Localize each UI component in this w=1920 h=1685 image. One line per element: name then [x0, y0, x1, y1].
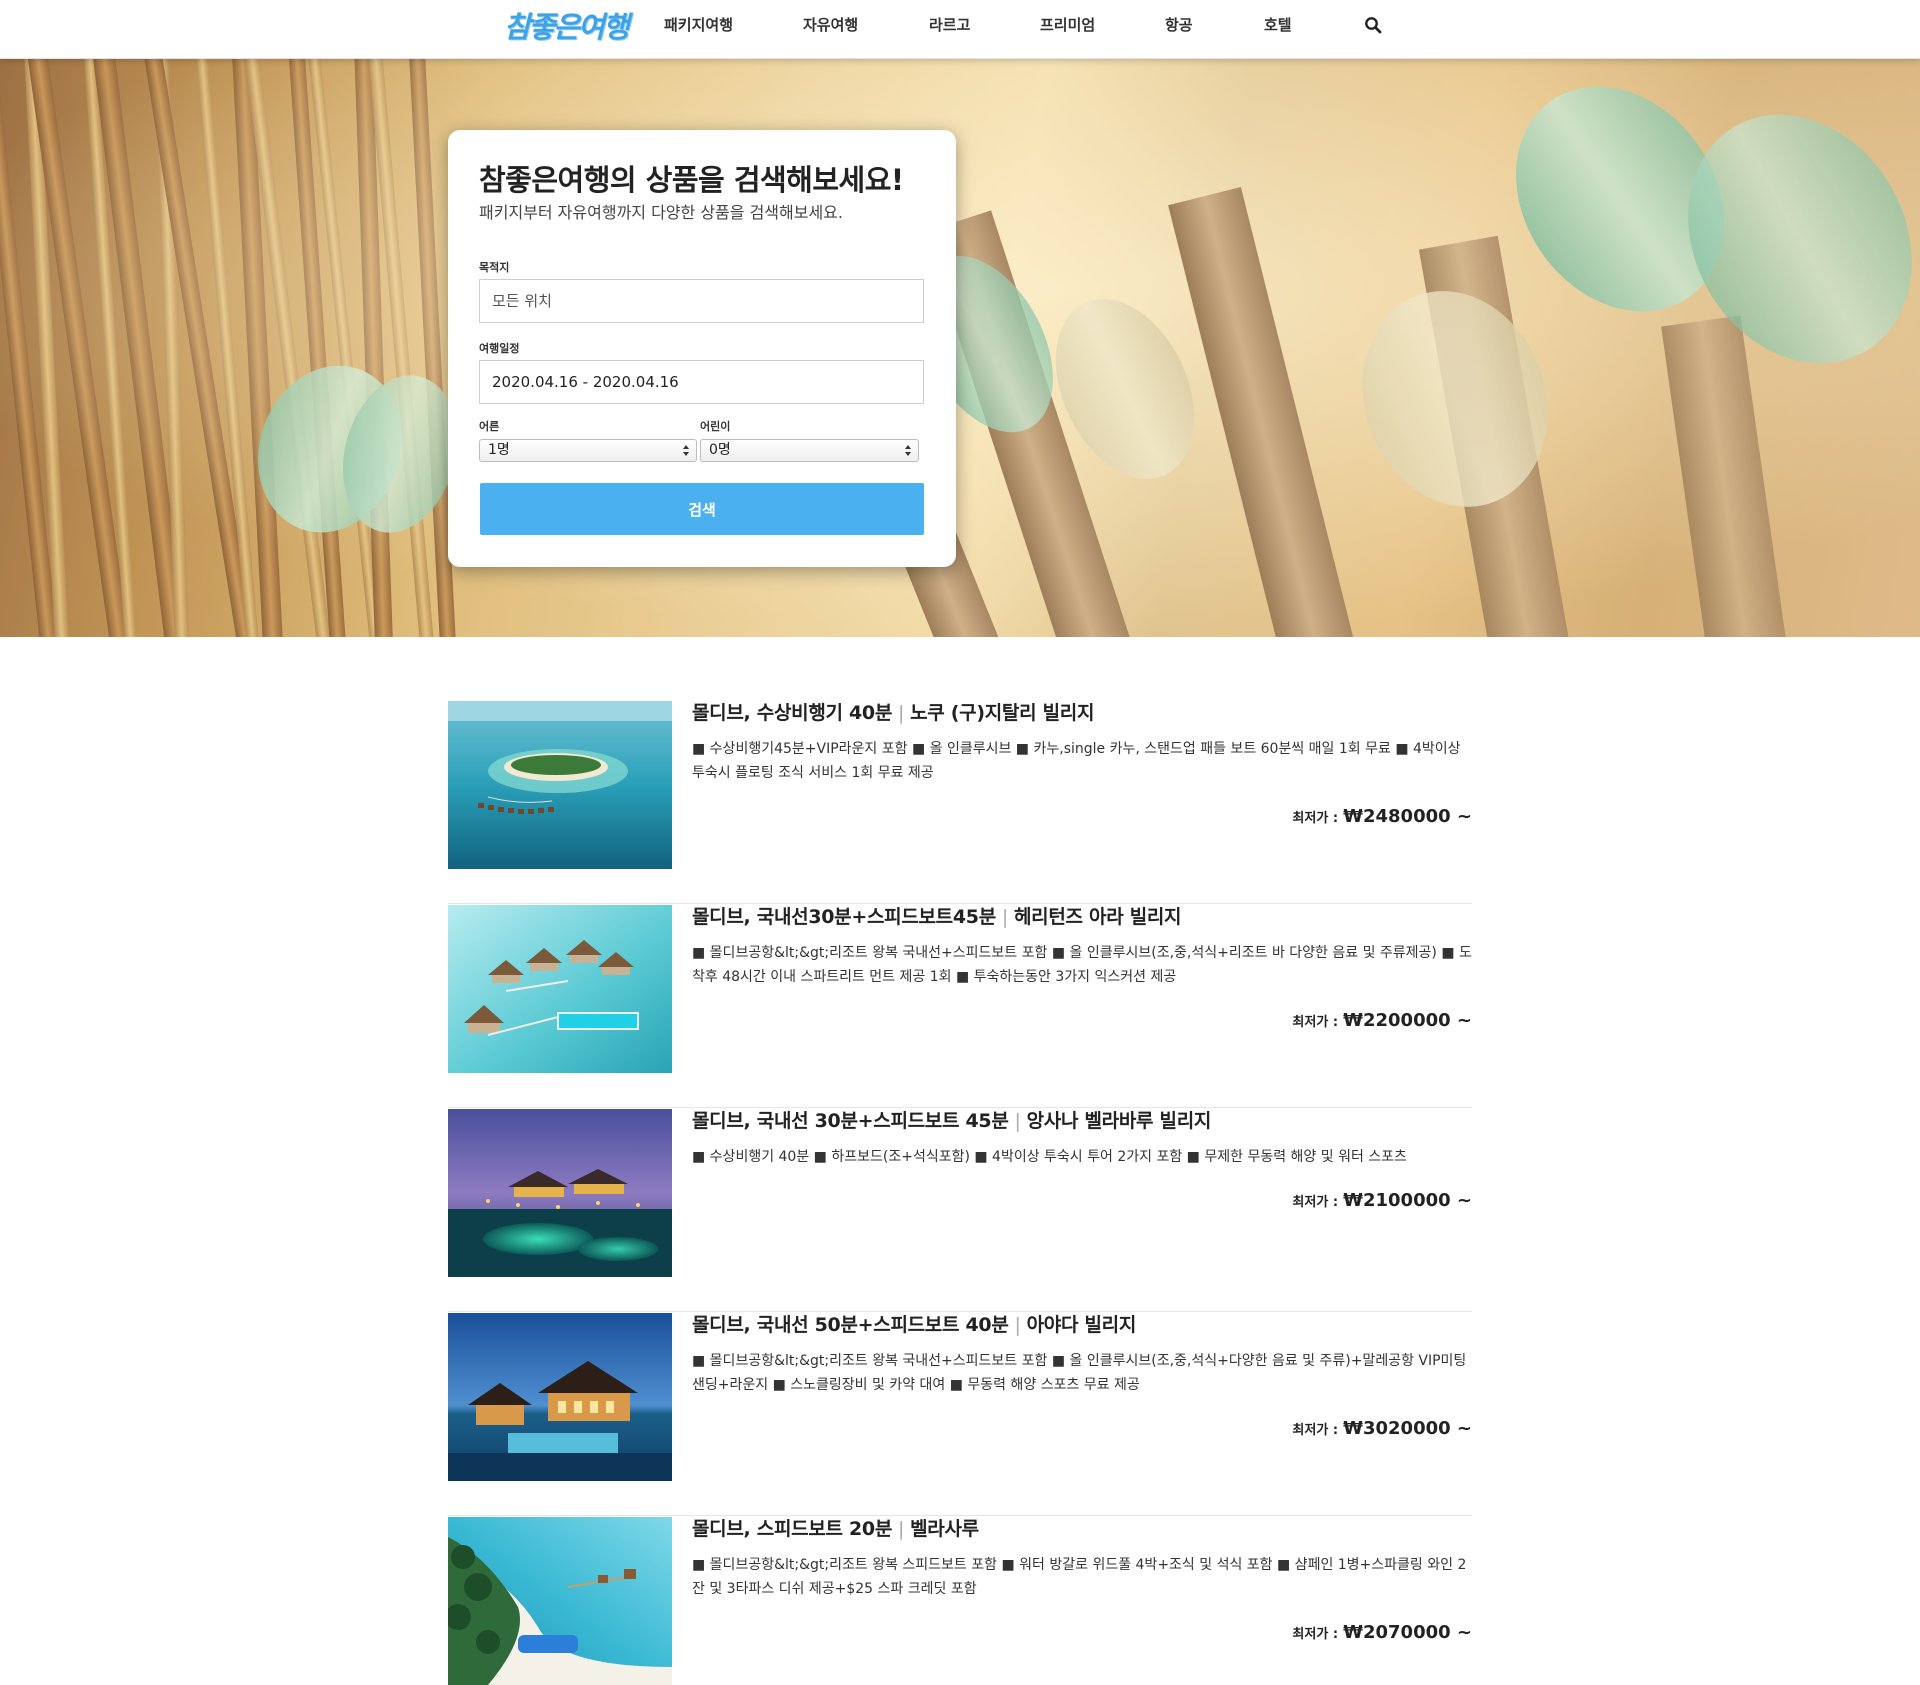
- destination-input[interactable]: [479, 279, 924, 323]
- product-item[interactable]: 몰디브, 스피드보트 20분 | 벨라사루 ■ 몰디브공항&lt;&gt;리조트 왕…: [448, 1516, 1472, 1685]
- product-price: 최저가 : ₩3020000 ~: [1292, 1418, 1472, 1442]
- product-description: ■ 수상비행기 40분 ■ 하프보드(조+석식포함) ■ 4박이상 투숙시 투어…: [692, 1149, 1407, 1165]
- product-description: ■ 몰디브공항&lt;&gt;리조트 왕복 스피드보트 포함 ■ 워터 방갈로 …: [692, 1557, 1467, 1597]
- product-route: 몰디브, 스피드보트 20분: [692, 1518, 893, 1540]
- nav-free-travel[interactable]: 자유여행: [803, 15, 858, 35]
- title-separator: |: [898, 1518, 905, 1540]
- title-separator: |: [898, 702, 905, 724]
- price-value: ₩3020000 ~: [1343, 1418, 1472, 1439]
- search-panel-title: 참좋은여행의 상품을 검색해보세요!: [479, 163, 904, 197]
- nav-premium[interactable]: 프리미엄: [1040, 15, 1095, 35]
- title-separator: |: [1014, 1110, 1021, 1132]
- price-label: 최저가 :: [1292, 811, 1339, 826]
- product-item[interactable]: 몰디브, 국내선 30분+스피드보트 45분 | 앙사나 벨라바루 빌리지 ■ 수상…: [448, 1108, 1472, 1312]
- nav-hotels[interactable]: 호텔: [1264, 15, 1292, 35]
- price-value: ₩2100000 ~: [1343, 1190, 1472, 1211]
- price-label: 최저가 :: [1292, 1423, 1339, 1438]
- product-price: 최저가 : ₩2100000 ~: [1292, 1190, 1472, 1214]
- product-price: 최저가 : ₩2480000 ~: [1292, 806, 1472, 830]
- children-select[interactable]: 0명: [700, 439, 919, 462]
- travel-dates-input[interactable]: [479, 360, 924, 404]
- destination-label: 목적지: [479, 261, 510, 274]
- title-separator: |: [1014, 1314, 1021, 1336]
- product-description: ■ 수상비행기45분+VIP라운지 포함 ■ 올 인클루시브 ■ 카누,sing…: [692, 741, 1461, 781]
- site-header: 참좋은여행 패키지여행 자유여행 라르고 프리미엄 항공 호텔: [0, 0, 1920, 59]
- adults-label: 어른: [479, 420, 500, 433]
- nav-largo[interactable]: 라르고: [929, 15, 970, 35]
- children-select-value: 0명: [709, 442, 731, 458]
- price-label: 최저가 :: [1292, 1627, 1339, 1642]
- product-item[interactable]: 몰디브, 국내선 50분+스피드보트 40분 | 아야다 빌리지 ■ 몰디브공항&l…: [448, 1312, 1472, 1516]
- nav-flights[interactable]: 항공: [1165, 15, 1193, 35]
- product-item[interactable]: 몰디브, 수상비행기 40분 | 노쿠 (구)지탈리 빌리지 ■ 수상비행기45분+…: [448, 700, 1472, 904]
- nav-package-tour[interactable]: 패키지여행: [664, 15, 733, 35]
- adults-select-value: 1명: [488, 442, 510, 458]
- search-panel-subtitle: 패키지부터 자유여행까지 다양한 상품을 검색해보세요.: [479, 203, 843, 222]
- product-title[interactable]: 몰디브, 스피드보트 20분 | 벨라사루: [692, 1516, 979, 1542]
- select-arrows-icon: [905, 445, 911, 456]
- product-thumbnail[interactable]: [448, 1517, 672, 1685]
- adults-select[interactable]: 1명: [479, 439, 697, 462]
- product-resort: 노쿠 (구)지탈리 빌리지: [910, 702, 1095, 724]
- product-title[interactable]: 몰디브, 국내선30분+스피드보트45분 | 헤리턴즈 아라 빌리지: [692, 904, 1182, 930]
- search-icon[interactable]: [1364, 16, 1382, 34]
- product-description: ■ 몰디브공항&lt;&gt;리조트 왕복 국내선+스피드보트 포함 ■ 올 인…: [692, 945, 1472, 985]
- product-route: 몰디브, 국내선30분+스피드보트45분: [692, 906, 996, 928]
- product-thumbnail[interactable]: [448, 905, 672, 1073]
- product-route: 몰디브, 수상비행기 40분: [692, 702, 893, 724]
- title-separator: |: [1001, 906, 1008, 928]
- children-label: 어린이: [700, 420, 731, 433]
- product-resort: 앙사나 벨라바루 빌리지: [1026, 1110, 1212, 1132]
- product-item[interactable]: 몰디브, 국내선30분+스피드보트45분 | 헤리턴즈 아라 빌리지 ■ 몰디브공항…: [448, 904, 1472, 1108]
- search-button[interactable]: 검색: [480, 483, 924, 535]
- product-thumbnail[interactable]: [448, 1109, 672, 1277]
- price-value: ₩2200000 ~: [1343, 1010, 1472, 1031]
- price-label: 최저가 :: [1292, 1195, 1339, 1210]
- product-price: 최저가 : ₩2070000 ~: [1292, 1622, 1472, 1646]
- product-resort: 벨라사루: [910, 1518, 979, 1540]
- product-route: 몰디브, 국내선 50분+스피드보트 40분: [692, 1314, 1009, 1336]
- product-resort: 헤리턴즈 아라 빌리지: [1013, 906, 1182, 928]
- hero-banner: [0, 59, 1920, 637]
- search-panel: 참좋은여행의 상품을 검색해보세요! 패키지부터 자유여행까지 다양한 상품을 …: [448, 130, 956, 567]
- product-resort: 아야다 빌리지: [1026, 1314, 1137, 1336]
- hero-background-image: [0, 59, 1920, 637]
- price-value: ₩2070000 ~: [1343, 1622, 1472, 1643]
- product-thumbnail[interactable]: [448, 1313, 672, 1481]
- price-value: ₩2480000 ~: [1343, 806, 1472, 827]
- select-arrows-icon: [683, 445, 689, 456]
- travel-dates-label: 여행일정: [479, 342, 520, 355]
- product-description: ■ 몰디브공항&lt;&gt;리조트 왕복 국내선+스피드보트 포함 ■ 올 인…: [692, 1353, 1467, 1393]
- price-label: 최저가 :: [1292, 1015, 1339, 1030]
- product-route: 몰디브, 국내선 30분+스피드보트 45분: [692, 1110, 1009, 1132]
- product-title[interactable]: 몰디브, 국내선 50분+스피드보트 40분 | 아야다 빌리지: [692, 1312, 1136, 1338]
- product-thumbnail[interactable]: [448, 701, 672, 869]
- product-title[interactable]: 몰디브, 국내선 30분+스피드보트 45분 | 앙사나 벨라바루 빌리지: [692, 1108, 1211, 1134]
- main-nav: 패키지여행 자유여행 라르고 프리미엄 항공 호텔: [0, 0, 1920, 52]
- product-price: 최저가 : ₩2200000 ~: [1292, 1010, 1472, 1034]
- product-title[interactable]: 몰디브, 수상비행기 40분 | 노쿠 (구)지탈리 빌리지: [692, 700, 1094, 726]
